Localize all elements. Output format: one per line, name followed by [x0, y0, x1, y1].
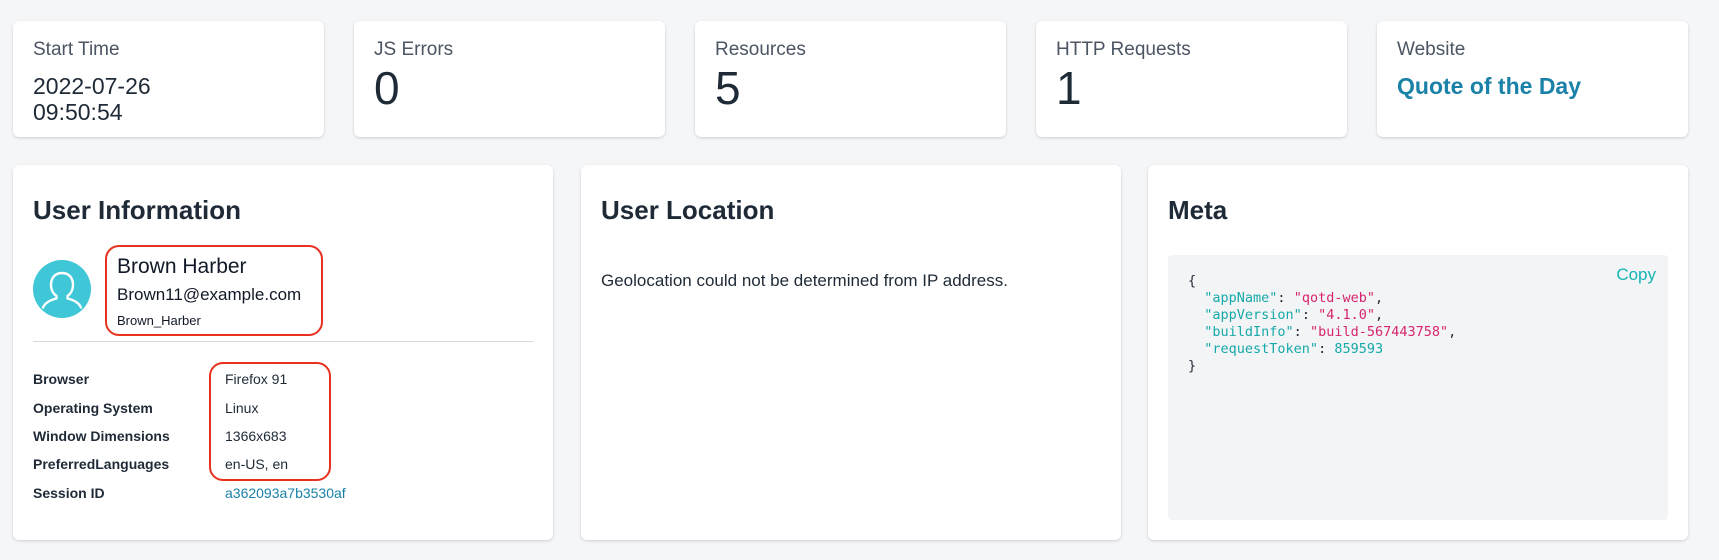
- panel-title: User Location: [601, 195, 775, 225]
- panel-title: User Information: [33, 195, 242, 225]
- stat-value-start-date: 2022-07-26: [33, 73, 151, 99]
- info-value: en-US, en: [225, 456, 289, 472]
- stat-label: Start Time: [33, 39, 120, 60]
- stat-label: JS Errors: [374, 39, 454, 60]
- meta-panel: Meta Copy { "appName": "qotd-web", "appV…: [1148, 165, 1688, 540]
- info-value: 1366x683: [225, 428, 287, 444]
- stat-card-js-errors: JS Errors 0: [354, 21, 665, 137]
- json-key: "buildInfo": [1204, 324, 1294, 340]
- user-location-panel: User Location Geolocation could not be d…: [581, 165, 1121, 540]
- user-username: Brown_Harber: [117, 313, 201, 328]
- json-key: "appName": [1204, 290, 1278, 306]
- stat-card-resources: Resources 5: [695, 21, 1006, 137]
- info-value: Linux: [225, 400, 259, 416]
- stat-card-website: Website Quote of the Day: [1377, 21, 1688, 137]
- stat-value: 5: [715, 62, 741, 114]
- json-entry: "buildInfo": "build-567443758",: [1204, 324, 1457, 340]
- json-entry: "requestToken": 859593: [1204, 341, 1384, 357]
- stat-label: Resources: [715, 39, 806, 60]
- info-label: Operating System: [33, 400, 153, 416]
- website-link[interactable]: Quote of the Day: [1397, 73, 1581, 100]
- json-value: "qotd-web": [1293, 290, 1375, 306]
- info-label: Session ID: [33, 485, 105, 501]
- divider: [33, 341, 533, 342]
- user-email: Brown11@example.com: [117, 285, 302, 304]
- stat-value-start-clock: 09:50:54: [33, 99, 123, 126]
- info-label: PreferredLanguages: [33, 456, 170, 472]
- json-entry: "appVersion": "4.1.0",: [1204, 307, 1384, 323]
- stat-label: Website: [1397, 39, 1466, 60]
- stat-value: 1: [1056, 62, 1082, 114]
- info-label: Window Dimensions: [33, 428, 170, 444]
- json-open-brace: {: [1188, 273, 1197, 289]
- meta-json-block: Copy { "appName": "qotd-web", "appVersio…: [1168, 255, 1668, 520]
- json-entry: "appName": "qotd-web",: [1204, 290, 1384, 306]
- info-label: Browser: [33, 371, 90, 387]
- info-value: Firefox 91: [225, 371, 288, 387]
- json-value: "build-567443758": [1309, 324, 1449, 340]
- geolocation-message: Geolocation could not be determined from…: [601, 271, 1008, 290]
- json-value: 859593: [1334, 341, 1384, 357]
- user-name: Brown Harber: [117, 255, 247, 278]
- copy-button[interactable]: Copy: [1616, 265, 1656, 285]
- user-silhouette-icon: [33, 260, 91, 318]
- json-key: "requestToken": [1204, 341, 1319, 357]
- panel-title: Meta: [1168, 195, 1228, 225]
- user-information-panel: User Information Brown Harber Brown11@ex…: [13, 165, 553, 540]
- user-identity-highlight: Brown Harber Brown11@example.com Brown_H…: [105, 245, 323, 336]
- json-key: "appVersion": [1204, 307, 1302, 323]
- session-id-link[interactable]: a362093a7b3530af: [225, 485, 346, 501]
- stat-value: 0: [374, 62, 400, 114]
- stat-card-start-time: Start Time 2022-07-26 09:50:54: [13, 21, 324, 137]
- stat-card-http-requests: HTTP Requests 1: [1036, 21, 1347, 137]
- stat-label: HTTP Requests: [1056, 39, 1191, 60]
- json-value: "4.1.0": [1318, 307, 1375, 323]
- json-close-brace: }: [1188, 358, 1197, 374]
